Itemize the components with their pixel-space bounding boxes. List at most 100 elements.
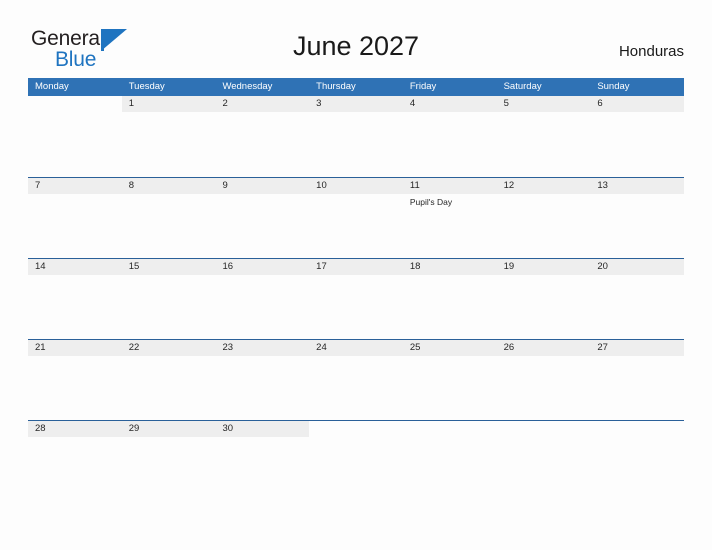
day-number: 3 bbox=[316, 98, 322, 109]
day-number: 27 bbox=[597, 342, 608, 353]
calendar-day-cell-empty bbox=[28, 96, 122, 177]
calendar-day-cell[interactable]: 13 bbox=[590, 178, 685, 258]
calendar-day-cell[interactable]: 29 bbox=[121, 421, 216, 501]
calendar-day-cell[interactable]: 25 bbox=[402, 340, 497, 420]
day-number-band bbox=[402, 96, 497, 112]
day-number: 10 bbox=[316, 180, 327, 191]
calendar-day-cell-empty bbox=[590, 421, 685, 501]
day-number: 9 bbox=[222, 180, 228, 191]
day-number: 24 bbox=[316, 342, 327, 353]
day-number: 11 bbox=[409, 180, 420, 191]
page-title: June 2027 bbox=[292, 31, 420, 61]
day-number: 21 bbox=[35, 342, 46, 353]
weekday-header-wednesday: Wednesday bbox=[222, 81, 273, 92]
calendar-day-cell-empty bbox=[496, 421, 591, 501]
calendar-day-cell[interactable]: 5 bbox=[496, 96, 591, 177]
day-number: 19 bbox=[503, 261, 515, 272]
calendar-day-cell[interactable]: 1 bbox=[121, 96, 216, 177]
weekday-header-monday: Monday bbox=[35, 81, 69, 92]
day-number: 23 bbox=[222, 342, 234, 353]
calendar-week-row: 1 2 3 4 5 6 bbox=[28, 96, 685, 177]
day-number-band bbox=[496, 96, 591, 112]
calendar-week-row: 14 15 16 17 18 19 20 bbox=[28, 258, 685, 339]
calendar-day-cell[interactable]: 12 bbox=[496, 178, 591, 258]
calendar-day-cell[interactable]: 6 bbox=[590, 96, 685, 177]
day-number: 7 bbox=[35, 180, 41, 191]
day-number: 28 bbox=[35, 423, 46, 434]
day-number: 30 bbox=[222, 423, 234, 434]
calendar-day-cell[interactable]: 30 bbox=[215, 421, 310, 501]
weekday-header-friday: Friday bbox=[409, 81, 437, 92]
weekday-header-saturday: Saturday bbox=[503, 81, 542, 92]
calendar-day-cell[interactable]: 10 bbox=[309, 178, 403, 258]
day-number-band bbox=[28, 178, 122, 194]
day-number: 26 bbox=[503, 342, 515, 353]
day-number: 15 bbox=[128, 261, 140, 272]
day-number: 5 bbox=[503, 98, 509, 109]
weekday-header-tuesday: Tuesday bbox=[128, 81, 165, 92]
calendar-day-cell[interactable]: 24 bbox=[309, 340, 403, 420]
day-number: 18 bbox=[409, 261, 421, 272]
calendar-day-cell[interactable]: 22 bbox=[121, 340, 216, 420]
calendar-day-cell[interactable]: 21 bbox=[28, 340, 122, 420]
calendar-day-cell[interactable]: 28 bbox=[28, 421, 122, 501]
calendar-week-row: 21 22 23 24 25 26 27 bbox=[28, 339, 685, 420]
calendar-grid: Monday Tuesday Wednesday Thursday Friday Satu… bbox=[28, 78, 685, 501]
calendar-day-cell[interactable]: 19 bbox=[496, 259, 591, 339]
day-number: 17 bbox=[316, 261, 327, 272]
calendar-day-cell[interactable]: 7 bbox=[28, 178, 122, 258]
weekday-header-sunday: Sunday bbox=[597, 81, 630, 92]
calendar-day-cell[interactable]: 9 bbox=[215, 178, 310, 258]
day-events: Pupil's Day bbox=[410, 196, 493, 208]
calendar-page: General Blue June 2027 Honduras Monday Tu… bbox=[0, 0, 712, 550]
calendar-day-cell[interactable]: 11 Pupil's Day bbox=[402, 178, 497, 258]
calendar-day-cell[interactable]: 27 bbox=[590, 340, 685, 420]
day-number: 25 bbox=[409, 342, 421, 353]
day-number-band bbox=[402, 421, 497, 437]
calendar-day-cell[interactable]: 2 bbox=[215, 96, 310, 177]
day-number: 20 bbox=[597, 261, 608, 272]
day-number-band bbox=[215, 178, 310, 194]
calendar-day-cell[interactable]: 14 bbox=[28, 259, 122, 339]
calendar-day-cell[interactable]: 4 bbox=[402, 96, 497, 177]
day-number: 13 bbox=[597, 180, 608, 191]
page-header: General Blue June 2027 Honduras bbox=[0, 0, 712, 76]
day-number-band bbox=[121, 178, 216, 194]
country-label: Honduras bbox=[618, 43, 684, 60]
day-number-band bbox=[496, 421, 591, 437]
day-number-band bbox=[590, 96, 685, 112]
day-number: 8 bbox=[128, 180, 135, 191]
day-number: 6 bbox=[597, 98, 603, 109]
calendar-day-cell-empty bbox=[309, 421, 403, 501]
day-number-band bbox=[121, 96, 216, 112]
calendar-day-cell[interactable]: 3 bbox=[309, 96, 403, 177]
calendar-day-cell[interactable]: 17 bbox=[309, 259, 403, 339]
day-number: 29 bbox=[128, 423, 140, 434]
day-number: 4 bbox=[409, 98, 416, 109]
day-number: 22 bbox=[128, 342, 140, 353]
day-number: 14 bbox=[35, 261, 46, 272]
calendar-day-cell-empty bbox=[402, 421, 497, 501]
weekday-header-row: Monday Tuesday Wednesday Thursday Friday Satu… bbox=[28, 78, 684, 96]
day-number: 12 bbox=[503, 180, 515, 191]
day-number-band bbox=[590, 421, 685, 437]
day-number-band bbox=[215, 96, 310, 112]
calendar-day-cell[interactable]: 16 bbox=[215, 259, 310, 339]
calendar-week-row: 28 29 30 bbox=[28, 420, 685, 501]
calendar-day-cell[interactable]: 20 bbox=[590, 259, 685, 339]
day-number: 1 bbox=[128, 98, 135, 109]
holiday-label: Pupil's Day bbox=[409, 197, 453, 207]
weekday-header-thursday: Thursday bbox=[316, 81, 356, 92]
calendar-day-cell[interactable]: 23 bbox=[215, 340, 310, 420]
day-number: 2 bbox=[222, 98, 228, 109]
day-number-band bbox=[309, 96, 403, 112]
calendar-day-cell[interactable]: 15 bbox=[121, 259, 216, 339]
calendar-day-cell[interactable]: 18 bbox=[402, 259, 497, 339]
day-number-band bbox=[28, 96, 122, 112]
day-number-band bbox=[309, 421, 403, 437]
calendar-day-cell[interactable]: 8 bbox=[121, 178, 216, 258]
calendar-weeks: 1 2 3 4 5 6 7 8 9 10 11 Pupil's Day 12 13 14 15 16 17 18 19… bbox=[28, 96, 685, 501]
calendar-day-cell[interactable]: 26 bbox=[496, 340, 591, 420]
calendar-week-row: 7 8 9 10 11 Pupil's Day 12 13 bbox=[28, 177, 685, 258]
day-number: 16 bbox=[222, 261, 234, 272]
